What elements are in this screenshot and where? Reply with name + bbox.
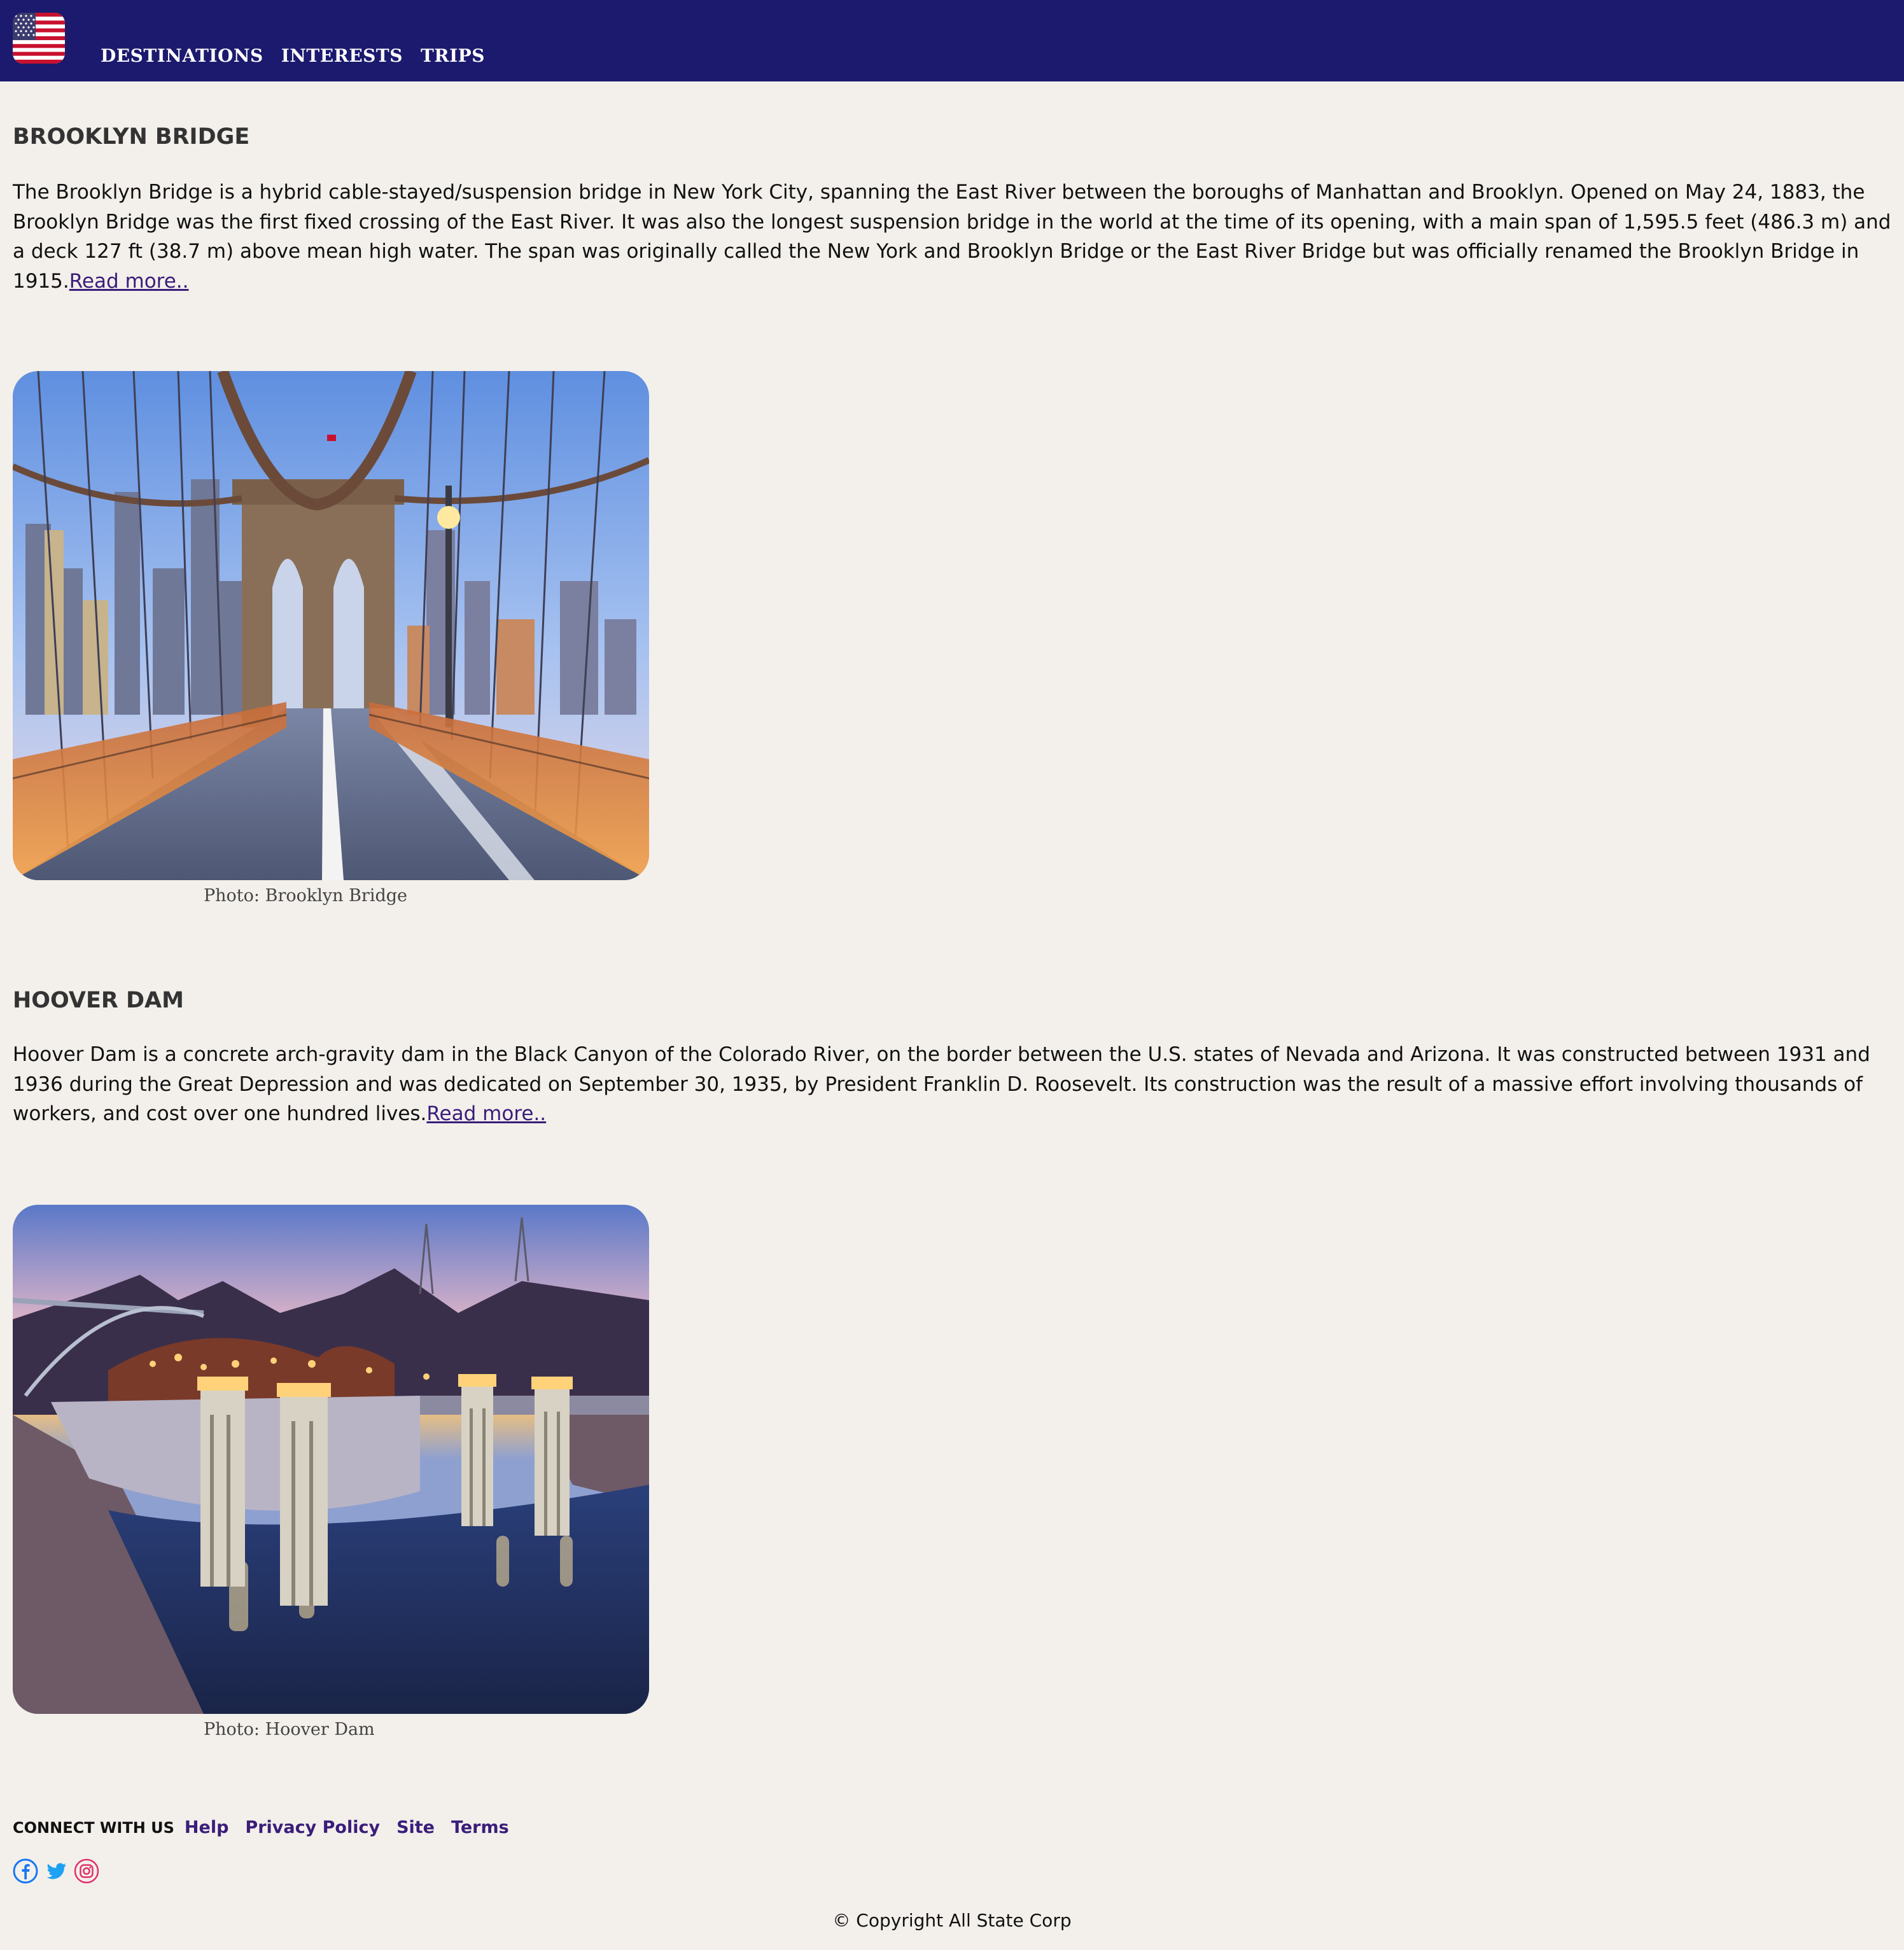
brooklyn-bridge-title: BROOKLYN BRIDGE bbox=[13, 124, 250, 150]
footer-link-help[interactable]: Help bbox=[185, 1818, 229, 1837]
brooklyn-bridge-caption: Photo: Brooklyn Bridge bbox=[204, 886, 408, 906]
footer-link-site[interactable]: Site bbox=[396, 1818, 435, 1837]
us-flag-icon[interactable] bbox=[13, 13, 65, 64]
nav-interests[interactable]: INTERESTS bbox=[281, 43, 403, 69]
hoover-dam-caption: Photo: Hoover Dam bbox=[204, 1720, 375, 1739]
hoover-dam-read-more-link[interactable]: Read more.. bbox=[426, 1102, 546, 1125]
footer-links: CONNECT WITH US Help Privacy Policy Site… bbox=[13, 1818, 509, 1837]
hoover-dam-title: HOOVER DAM bbox=[13, 988, 184, 1013]
hoover-dam-photo bbox=[13, 1205, 649, 1714]
footer-link-terms[interactable]: Terms bbox=[451, 1818, 509, 1837]
copyright-text: © Copyright All State Corp bbox=[832, 1910, 1072, 1931]
brooklyn-bridge-photo bbox=[13, 371, 649, 880]
nav-destinations[interactable]: DESTINATIONS bbox=[101, 43, 263, 69]
hoover-dam-text: Hoover Dam is a concrete arch-gravity da… bbox=[13, 1043, 1870, 1125]
nav-trips[interactable]: TRIPS bbox=[421, 43, 485, 69]
top-navigation-bar: DESTINATIONS INTERESTS TRIPS bbox=[0, 0, 1904, 81]
brooklyn-bridge-read-more-link[interactable]: Read more.. bbox=[69, 270, 189, 293]
brooklyn-bridge-description: The Brooklyn Bridge is a hybrid cable-st… bbox=[13, 178, 1896, 296]
brooklyn-bridge-text: The Brooklyn Bridge is a hybrid cable-st… bbox=[13, 181, 1891, 293]
facebook-icon[interactable] bbox=[13, 1858, 38, 1884]
instagram-icon[interactable] bbox=[74, 1858, 99, 1884]
footer-link-privacy-policy[interactable]: Privacy Policy bbox=[245, 1818, 380, 1837]
connect-with-us-label: CONNECT WITH US bbox=[13, 1819, 174, 1837]
main-nav: DESTINATIONS INTERESTS TRIPS bbox=[101, 43, 485, 69]
hoover-dam-description: Hoover Dam is a concrete arch-gravity da… bbox=[13, 1040, 1896, 1129]
twitter-icon[interactable] bbox=[43, 1858, 69, 1884]
social-icons bbox=[13, 1858, 99, 1884]
